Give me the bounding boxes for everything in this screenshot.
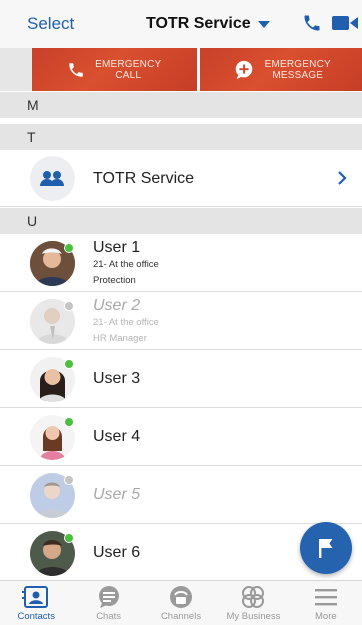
contact-row-user-2[interactable]: User 2 21- At the office HR Manager xyxy=(0,292,362,350)
tab-label: Channels xyxy=(160,611,202,622)
phone-icon[interactable] xyxy=(302,13,322,33)
contact-name: User 6 xyxy=(93,544,141,561)
online-status-indicator xyxy=(64,417,74,427)
video-call-icon[interactable] xyxy=(332,14,358,32)
tab-more[interactable]: More xyxy=(290,581,362,625)
chevron-right-icon xyxy=(338,171,347,185)
contact-name: User 1 xyxy=(93,239,141,256)
emergency-message-label: EMERGENCY MESSAGE xyxy=(264,58,331,81)
online-status-indicator xyxy=(64,359,74,369)
group-name: TOTR Service xyxy=(93,170,195,187)
section-header-u: U xyxy=(0,208,362,234)
emergency-call-button[interactable]: EMERGENCY CALL xyxy=(32,48,197,91)
contact-name: User 5 xyxy=(93,486,141,503)
emergency-call-label: EMERGENCY CALL xyxy=(95,58,162,81)
contact-status-text: 21- At the office xyxy=(93,317,159,328)
page-title: TOTR Service xyxy=(146,15,251,32)
tab-label: My Business xyxy=(226,611,281,622)
menu-icon xyxy=(314,589,337,606)
offline-status-indicator xyxy=(64,475,74,485)
contact-role: HR Manager xyxy=(93,333,147,344)
contact-row-user-3[interactable]: User 3 xyxy=(0,350,362,408)
tab-label: Chats xyxy=(96,611,122,622)
tab-my-business[interactable]: My Business xyxy=(217,581,289,625)
section-header-t: T xyxy=(0,124,362,150)
offline-status-indicator xyxy=(64,301,74,311)
section-header-m: M xyxy=(0,92,362,118)
contact-row-user-5[interactable]: User 5 xyxy=(0,466,362,524)
tab-channels[interactable]: Channels xyxy=(145,581,217,625)
channels-icon xyxy=(170,586,193,608)
service-title-dropdown[interactable]: TOTR Service xyxy=(146,15,270,33)
emergency-bar-edge xyxy=(0,48,32,91)
top-navigation-bar: Select TOTR Service xyxy=(0,0,362,48)
online-status-indicator xyxy=(64,533,74,543)
contact-role: Protection xyxy=(93,275,136,286)
header-actions xyxy=(302,13,358,33)
tab-label: More xyxy=(315,611,337,622)
online-status-indicator xyxy=(64,243,74,253)
phone-icon xyxy=(69,62,83,77)
emergency-bar: EMERGENCY CALL EMERGENCY MESSAGE xyxy=(32,48,362,91)
contact-status-text: 21- At the office xyxy=(93,259,159,270)
contacts-icon xyxy=(22,586,49,608)
tab-contacts[interactable]: Contacts xyxy=(0,581,72,625)
contact-name: User 4 xyxy=(93,428,141,445)
contact-row-user-4[interactable]: User 4 xyxy=(0,408,362,466)
tab-chats[interactable]: Chats xyxy=(72,581,144,625)
group-icon xyxy=(30,156,75,201)
add-message-icon xyxy=(235,60,252,79)
group-row-totr-service[interactable]: TOTR Service xyxy=(0,150,362,207)
bottom-tab-bar: Contacts Chats Channels My Business More xyxy=(0,580,362,625)
emergency-message-button[interactable]: EMERGENCY MESSAGE xyxy=(199,48,362,91)
select-button[interactable]: Select xyxy=(27,14,74,34)
group-avatar xyxy=(30,156,75,201)
contact-name: User 2 xyxy=(93,297,141,314)
business-icon xyxy=(242,586,265,608)
chevron-down-icon xyxy=(257,20,270,28)
contact-name: User 3 xyxy=(93,370,141,387)
tab-label: Contacts xyxy=(17,611,55,622)
contact-row-user-1[interactable]: User 1 21- At the office Protection xyxy=(0,234,362,292)
chat-icon xyxy=(98,586,119,608)
flag-icon xyxy=(319,539,333,558)
flag-fab-button[interactable] xyxy=(300,522,352,574)
